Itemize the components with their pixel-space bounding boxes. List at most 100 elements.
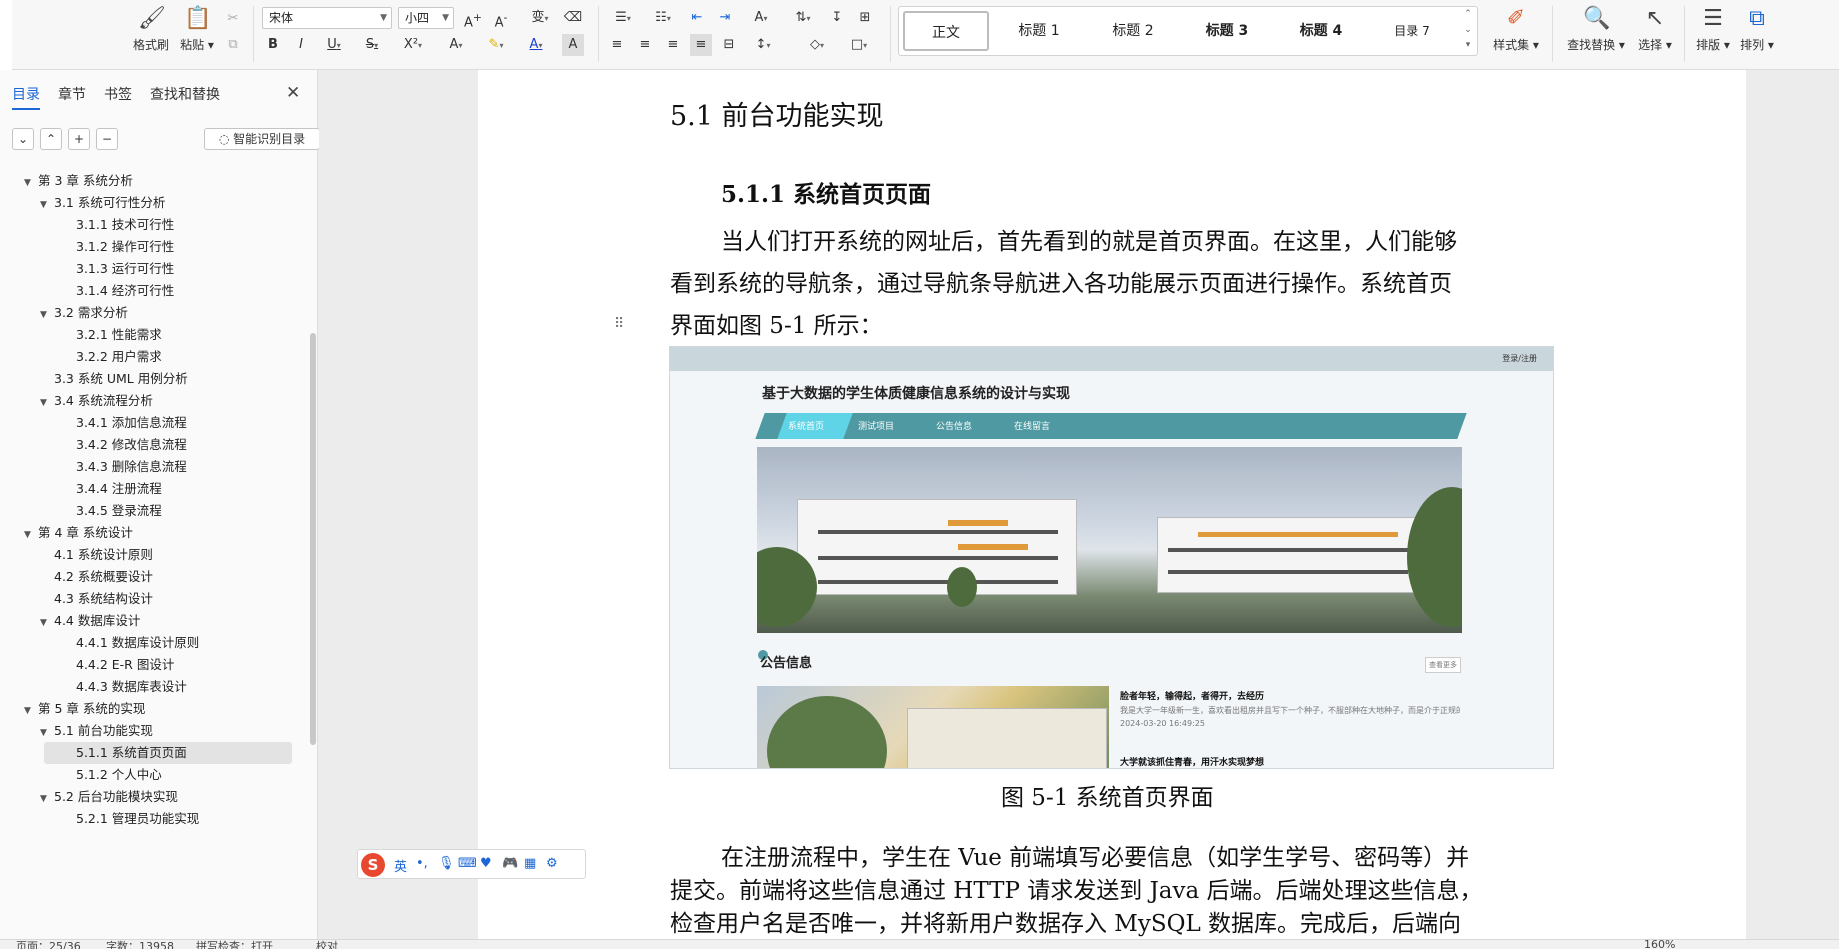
- settings-icon[interactable]: ⚙: [546, 856, 558, 871]
- tab-bookmarks[interactable]: 书签: [104, 84, 132, 104]
- italic-icon[interactable]: I: [290, 34, 312, 56]
- chevron-up-icon[interactable]: ⌃: [1461, 9, 1475, 19]
- strikethrough-icon[interactable]: S▾: [356, 34, 388, 56]
- style-heading3[interactable]: 标题 3: [1183, 11, 1271, 51]
- sidebar-scrollbar[interactable]: [310, 333, 316, 745]
- apps-icon[interactable]: ▦: [524, 856, 536, 871]
- style-normal[interactable]: 正文: [903, 11, 989, 51]
- bold-icon[interactable]: B: [262, 34, 284, 56]
- tab-toc[interactable]: 目录: [12, 84, 40, 110]
- close-icon[interactable]: ✕: [286, 83, 300, 103]
- style-toc7[interactable]: 目录 7: [1369, 11, 1455, 51]
- toc-item[interactable]: ▼ 4.4 数据库设计: [40, 610, 140, 632]
- arrange-button[interactable]: ⧉ 排列 ▾: [1732, 2, 1782, 58]
- font-size-select[interactable]: 小四 ▼: [398, 7, 454, 29]
- toc-item[interactable]: 3.3 系统 UML 用例分析: [40, 368, 188, 390]
- expand-triangle-icon[interactable]: ▼: [40, 194, 54, 216]
- cut-icon[interactable]: ✂: [222, 8, 244, 30]
- toc-item[interactable]: ▼ 3.2 需求分析: [40, 302, 128, 324]
- expand-triangle-icon[interactable]: ▼: [24, 172, 38, 194]
- highlight-icon[interactable]: ✎▾: [480, 34, 512, 56]
- line-spacing-icon[interactable]: ↕▾: [746, 34, 780, 56]
- toc-item[interactable]: 4.1 系统设计原则: [40, 544, 153, 566]
- remove-heading-icon[interactable]: −: [96, 128, 118, 150]
- expand-triangle-icon[interactable]: ▼: [24, 700, 38, 722]
- numbered-list-icon[interactable]: ☷▾: [646, 7, 680, 29]
- toc-item[interactable]: ▼ 5.2 后台功能模块实现: [40, 786, 178, 808]
- style-heading1[interactable]: 标题 1: [995, 11, 1083, 51]
- toc-item[interactable]: 3.2.1 性能需求: [58, 324, 162, 346]
- font-color-icon[interactable]: A▾: [520, 34, 552, 56]
- toc-item[interactable]: 3.1.3 运行可行性: [58, 258, 174, 280]
- spell-check-status[interactable]: 拼写检查：打开: [196, 940, 273, 949]
- sort-icon[interactable]: ⇅▾: [786, 7, 820, 29]
- collapse-all-icon[interactable]: ⌃: [40, 128, 62, 150]
- toc-item[interactable]: ▼ 第 5 章 系统的实现: [24, 698, 145, 720]
- increase-indent-icon[interactable]: ⇥: [714, 7, 736, 29]
- toc-item[interactable]: ▼ 第 4 章 系统设计: [24, 522, 133, 544]
- expand-triangle-icon[interactable]: ▼: [40, 392, 54, 414]
- toc-item[interactable]: ▼ 第 3 章 系统分析: [24, 170, 133, 192]
- toc-item[interactable]: 4.3 系统结构设计: [40, 588, 153, 610]
- toc-item[interactable]: 3.2.2 用户需求: [58, 346, 162, 368]
- justify-icon[interactable]: ≡: [690, 34, 712, 56]
- distributed-icon[interactable]: ⊟: [718, 34, 740, 56]
- expand-triangle-icon[interactable]: ▼: [40, 304, 54, 326]
- figure-homepage-screenshot[interactable]: 登录/注册 基于大数据的学生体质健康信息系统的设计与实现 系统首页 测试项目 公…: [669, 346, 1554, 769]
- decrease-indent-icon[interactable]: ⇤: [686, 7, 708, 29]
- grow-font-icon[interactable]: A+: [462, 7, 484, 30]
- expand-triangle-icon[interactable]: ▼: [40, 722, 54, 744]
- toc-item[interactable]: 4.2 系统概要设计: [40, 566, 153, 588]
- drag-handle-icon[interactable]: ⠿: [614, 316, 624, 332]
- layout-button[interactable]: ☰ 排版 ▾: [1690, 2, 1736, 58]
- chevron-down-icon[interactable]: ⌄: [1461, 25, 1475, 35]
- superscript-icon[interactable]: X²▾: [396, 34, 430, 56]
- show-marks-icon[interactable]: ⊞: [854, 7, 876, 29]
- smart-toc-button[interactable]: ◌ 智能识别目录: [204, 128, 320, 150]
- toc-item[interactable]: 3.1.2 操作可行性: [58, 236, 174, 258]
- toc-item[interactable]: 3.4.2 修改信息流程: [58, 434, 187, 456]
- punctuation-icon[interactable]: •,: [416, 856, 428, 871]
- align-center-icon[interactable]: ≡: [634, 34, 656, 56]
- toc-item[interactable]: 3.4.5 登录流程: [58, 500, 162, 522]
- toc-item[interactable]: 5.1.1 系统首页页面: [44, 742, 292, 764]
- proofread-button[interactable]: 校对: [316, 940, 338, 949]
- keyboard-icon[interactable]: ⌨: [458, 856, 477, 871]
- text-effect-icon[interactable]: A▾: [440, 34, 472, 56]
- format-painter-button[interactable]: 🖌 格式刷: [126, 2, 176, 58]
- add-heading-icon[interactable]: +: [68, 128, 90, 150]
- shading-icon[interactable]: ◇▾: [800, 34, 834, 56]
- expand-all-icon[interactable]: ⌄: [12, 128, 34, 150]
- toc-item[interactable]: ▼ 3.1 系统可行性分析: [40, 192, 165, 214]
- toc-item[interactable]: 4.4.3 数据库表设计: [58, 676, 187, 698]
- sogou-logo-icon[interactable]: S: [361, 853, 385, 877]
- toc-item[interactable]: 5.1.2 个人中心: [58, 764, 162, 786]
- align-right-icon[interactable]: ≡: [662, 34, 684, 56]
- toc-item[interactable]: 3.4.3 删除信息流程: [58, 456, 187, 478]
- word-count[interactable]: 字数：13958: [106, 940, 174, 949]
- toc-item[interactable]: ▼ 3.4 系统流程分析: [40, 390, 153, 412]
- game-icon[interactable]: 🎮: [502, 856, 518, 871]
- toc-item[interactable]: ▼ 5.1 前台功能实现: [40, 720, 153, 742]
- text-direction-icon[interactable]: A▾: [744, 7, 778, 29]
- expand-triangle-icon[interactable]: ▼: [24, 524, 38, 546]
- select-button[interactable]: ↖ 选择 ▾: [1628, 2, 1682, 58]
- microphone-icon[interactable]: 🎙: [438, 856, 455, 871]
- toc-item[interactable]: 3.1.4 经济可行性: [58, 280, 174, 302]
- paste-button[interactable]: 📋 粘贴 ▾: [172, 2, 222, 58]
- expand-triangle-icon[interactable]: ▼: [40, 612, 54, 634]
- underline-icon[interactable]: U▾: [318, 34, 350, 56]
- zoom-level[interactable]: 160%: [1644, 940, 1675, 949]
- phonetic-icon[interactable]: 变▾: [522, 7, 558, 29]
- toc-item[interactable]: 5.2.1 管理员功能实现: [58, 808, 199, 830]
- az-sort-icon[interactable]: ↧: [826, 7, 848, 29]
- page-count[interactable]: 页面：25/36: [16, 940, 81, 949]
- style-heading2[interactable]: 标题 2: [1089, 11, 1177, 51]
- clear-format-icon[interactable]: ⌫: [562, 7, 584, 29]
- expand-triangle-icon[interactable]: ▼: [40, 788, 54, 810]
- tab-find-replace[interactable]: 查找和替换: [150, 84, 220, 104]
- font-name-select[interactable]: 宋体 ▼: [262, 7, 392, 29]
- style-set-button[interactable]: ✐ 样式集 ▾: [1486, 2, 1546, 58]
- toc-item[interactable]: 3.1.1 技术可行性: [58, 214, 174, 236]
- shrink-font-icon[interactable]: A-: [490, 7, 512, 30]
